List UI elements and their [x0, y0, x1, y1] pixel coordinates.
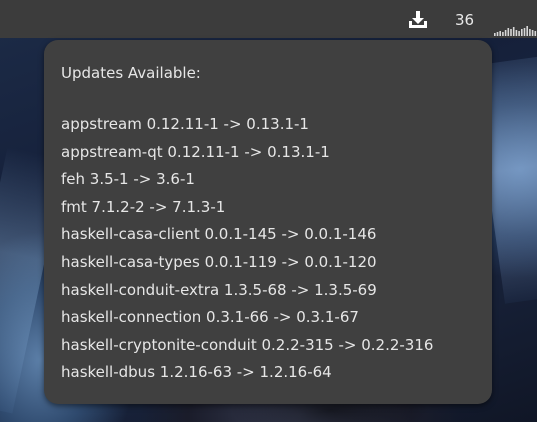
cpu-graph-bar	[534, 31, 537, 36]
update-list-item: feh 3.5-1 -> 3.6-1	[61, 170, 195, 189]
cpu-usage-graph-icon[interactable]	[493, 10, 537, 36]
cpu-graph-bar	[515, 30, 518, 36]
download-tray-icon[interactable]	[407, 10, 429, 30]
cpu-graph-bar	[529, 29, 531, 36]
cpu-graph-bar	[507, 28, 510, 36]
update-list-item: appstream 0.12.11-1 -> 0.13.1-1	[61, 115, 309, 133]
cpu-graph-bar	[504, 30, 507, 36]
update-list-item: appstream-qt 0.12.11-1 -> 0.13.1-1	[61, 142, 330, 161]
cpu-graph-bar	[531, 30, 534, 36]
cpu-graph-bar	[523, 28, 526, 36]
update-list-item: fmt 7.1.2-2 -> 7.1.3-1	[61, 197, 226, 216]
update-count[interactable]: 36	[455, 10, 474, 30]
update-list: appstream 0.12.11-1 -> 0.13.1-1 appstream…	[61, 114, 433, 390]
update-list-item: haskell-casa-types 0.0.1-119 -> 0.0.1-12…	[61, 252, 377, 271]
cpu-graph-bar	[510, 29, 512, 36]
update-list-item: haskell-conduit-extra 1.3.5-68 -> 1.3.5-…	[61, 280, 377, 299]
cpu-graph-bar	[512, 27, 515, 36]
cpu-graph-bar	[499, 31, 501, 36]
cpu-graph-bar	[494, 33, 496, 36]
cpu-graph-bar	[502, 32, 504, 36]
update-list-item: haskell-cryptonite-conduit 0.2.2-315 -> …	[61, 335, 434, 354]
update-list-item: haskell-connection 0.3.1-66 -> 0.3.1-67	[61, 308, 359, 327]
cpu-graph-bar	[526, 26, 528, 36]
top-panel: 36	[0, 0, 537, 38]
desktop-background: 36 Updates Available: appstream 0.12.11-…	[0, 0, 537, 422]
cpu-graph-bar	[496, 32, 499, 36]
popup-title: Updates Available:	[61, 64, 201, 82]
updates-popup: Updates Available: appstream 0.12.11-1 -…	[44, 40, 492, 404]
cpu-graph-bar	[521, 29, 523, 36]
cpu-graph-bar	[518, 31, 520, 36]
update-list-item: haskell-casa-client 0.0.1-145 -> 0.0.1-1…	[61, 225, 377, 244]
update-list-item: haskell-dbus 1.2.16-63 -> 1.2.16-64	[61, 363, 332, 382]
